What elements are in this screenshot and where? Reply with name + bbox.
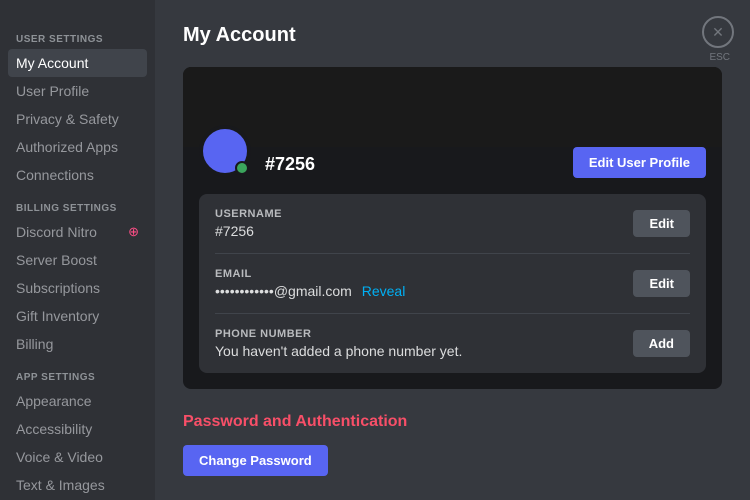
section-label-billing-settings: BILLING SETTINGS (8, 197, 155, 218)
profile-banner (183, 67, 722, 147)
email-detail-content: EMAIL ••••••••••••@gmail.com Reveal (215, 268, 405, 299)
password-section: Password and Authentication Change Passw… (183, 413, 722, 476)
username-display: #7256 (265, 154, 315, 175)
email-edit-button[interactable]: Edit (633, 270, 690, 297)
sidebar-item-privacy-safety[interactable]: Privacy & Safety (8, 105, 147, 133)
profile-info-row: #7256 Edit User Profile (183, 147, 722, 194)
sidebar-item-accessibility[interactable]: Accessibility (8, 415, 147, 443)
phone-detail-row: PHONE NUMBER You haven't added a phone n… (215, 314, 690, 373)
sidebar-item-user-profile[interactable]: User Profile (8, 77, 147, 105)
email-detail-row: EMAIL ••••••••••••@gmail.com Reveal Edit (215, 254, 690, 314)
password-section-title: Password and Authentication (183, 413, 722, 431)
page-title: My Account (183, 24, 722, 47)
avatar-status (235, 161, 249, 175)
phone-value: You haven't added a phone number yet. (215, 343, 462, 359)
section-label-user-settings: USER SETTINGS (8, 28, 155, 49)
change-password-button[interactable]: Change Password (183, 445, 328, 476)
username-value: #7256 (215, 223, 282, 239)
sidebar-item-voice-video[interactable]: Voice & Video (8, 443, 147, 471)
sidebar-item-billing[interactable]: Billing (8, 330, 147, 358)
edit-profile-button[interactable]: Edit User Profile (573, 147, 706, 178)
username-detail-row: USERNAME #7256 Edit (215, 194, 690, 254)
username-edit-button[interactable]: Edit (633, 210, 690, 237)
sidebar-item-text-images[interactable]: Text & Images (8, 471, 147, 499)
email-label: EMAIL (215, 268, 405, 280)
sidebar-item-server-boost[interactable]: Server Boost (8, 246, 147, 274)
esc-label: ESC (709, 52, 730, 63)
sidebar-item-discord-nitro[interactable]: Discord Nitro ⊕ (8, 218, 147, 246)
main-content: My Account #7256 Edit User Profile USERN… (155, 0, 750, 500)
phone-label: PHONE NUMBER (215, 328, 462, 340)
phone-add-button[interactable]: Add (633, 330, 690, 357)
sidebar-item-authorized-apps[interactable]: Authorized Apps (8, 133, 147, 161)
sidebar-item-gift-inventory[interactable]: Gift Inventory (8, 302, 147, 330)
sidebar-item-connections[interactable]: Connections (8, 161, 147, 189)
email-reveal-link[interactable]: Reveal (362, 283, 406, 299)
sidebar-item-subscriptions[interactable]: Subscriptions (8, 274, 147, 302)
username-label: USERNAME (215, 208, 282, 220)
phone-detail-content: PHONE NUMBER You haven't added a phone n… (215, 328, 462, 359)
nitro-icon: ⊕ (128, 224, 139, 240)
sidebar-item-my-account[interactable]: My Account (8, 49, 147, 77)
avatar-wrapper (199, 125, 251, 177)
sidebar: USER SETTINGS My Account User Profile Pr… (0, 0, 155, 500)
account-details: USERNAME #7256 Edit EMAIL ••••••••••••@g… (199, 194, 706, 373)
sidebar-item-appearance[interactable]: Appearance (8, 387, 147, 415)
close-button[interactable]: ✕ (702, 16, 734, 48)
profile-card: #7256 Edit User Profile USERNAME #7256 E… (183, 67, 722, 389)
section-label-app-settings: APP SETTINGS (8, 366, 155, 387)
email-value: ••••••••••••@gmail.com Reveal (215, 283, 405, 299)
username-detail-content: USERNAME #7256 (215, 208, 282, 239)
